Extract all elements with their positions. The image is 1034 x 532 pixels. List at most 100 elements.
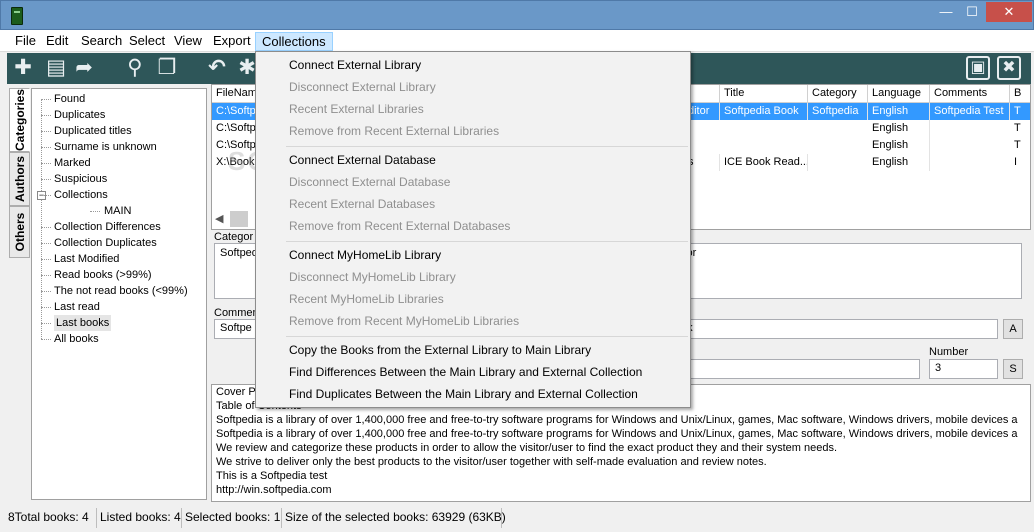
category-label: Categor (214, 231, 254, 243)
table-cell-filename[interactable]: C:\Softp (212, 103, 256, 120)
tree-item-all-books[interactable]: All books (41, 331, 99, 347)
menu-item-find-differences[interactable]: Find Differences Between the Main Librar… (289, 361, 642, 383)
forward-arrow-icon[interactable]: ➦ (71, 56, 97, 80)
tab-categories-label: Categories (12, 88, 27, 152)
menu-separator (286, 146, 688, 147)
tab-authors[interactable]: Authors (9, 152, 30, 206)
table-cell-language[interactable]: English (868, 103, 930, 120)
maximize-button[interactable]: ☐ (959, 2, 985, 22)
series-field[interactable] (690, 359, 920, 379)
menu-item-find-duplicates[interactable]: Find Duplicates Between the Main Library… (289, 383, 638, 405)
menu-file[interactable]: File (9, 32, 42, 51)
menu-item-recent-myhomelib-libraries[interactable]: Recent MyHomeLib Libraries (289, 288, 444, 310)
menu-edit[interactable]: Edit (40, 32, 74, 51)
description-line: We review and categorize these products … (216, 442, 838, 454)
tab-categories[interactable]: Categories (9, 88, 30, 152)
table-cell-b[interactable]: I (1010, 154, 1030, 171)
menu-item-remove-recent-external-libraries[interactable]: Remove from Recent External Libraries (289, 120, 499, 142)
restore-panel-icon[interactable]: ▣ (966, 56, 990, 80)
menu-separator (286, 336, 688, 337)
number-field[interactable]: 3 (929, 359, 998, 379)
menu-search[interactable]: Search (75, 32, 128, 51)
table-cell-language[interactable]: English (868, 137, 930, 154)
tree-item-surname-unknown[interactable]: Surname is unknown (41, 139, 157, 155)
close-panel-icon[interactable]: ✖ (997, 56, 1021, 80)
tree-connector (41, 99, 42, 339)
tree-item-marked[interactable]: Marked (41, 155, 91, 171)
table-cell-language[interactable]: English (868, 120, 930, 137)
menu-export[interactable]: Export (207, 32, 257, 51)
tree-item-found[interactable]: Found (40, 91, 85, 107)
menu-item-recent-external-databases[interactable]: Recent External Databases (289, 193, 435, 215)
category-field-value: Softped (220, 247, 258, 259)
scrollbar-thumb[interactable] (230, 211, 248, 227)
table-cell-title[interactable]: ICE Book Read... (720, 154, 808, 171)
scroll-left-icon[interactable]: ◀ (215, 212, 223, 225)
menu-item-disconnect-myhomelib-library[interactable]: Disconnect MyHomeLib Library (289, 266, 456, 288)
menu-item-disconnect-external-database[interactable]: Disconnect External Database (289, 171, 450, 193)
tree-item-duplicated-titles[interactable]: Duplicated titles (41, 123, 132, 139)
tree-item-last-read[interactable]: Last read (41, 299, 100, 315)
description-line: Cover P (216, 386, 256, 398)
tree-item-main[interactable]: MAIN (90, 203, 132, 219)
description-line: http://win.softpedia.com (216, 484, 332, 496)
s-button[interactable]: S (1003, 359, 1023, 379)
tree-item-last-books[interactable]: Last books (40, 315, 112, 331)
table-cell-title[interactable]: Softpedia Book (720, 103, 808, 120)
menu-item-disconnect-external-library[interactable]: Disconnect External Library (289, 76, 436, 98)
tree-item-collection-differences[interactable]: Collection Differences (41, 219, 161, 235)
clipboard-icon[interactable]: ▤ (43, 56, 69, 80)
category-tree[interactable]: Found Duplicates Duplicated titles Surna… (31, 88, 207, 500)
column-header-b[interactable]: B (1010, 85, 1030, 103)
table-cell-b[interactable]: T (1010, 103, 1030, 120)
column-header-title[interactable]: Title (720, 85, 808, 103)
description-line: This is a Softpedia test (216, 470, 328, 482)
column-header-language[interactable]: Language (868, 85, 930, 103)
tree-item-suspicious[interactable]: Suspicious (40, 171, 107, 187)
minimize-button[interactable]: — (933, 2, 959, 22)
menu-collections[interactable]: Collections (255, 32, 333, 51)
menu-item-connect-external-library[interactable]: Connect External Library (289, 54, 421, 76)
tree-item-read-books[interactable]: Read books (>99%) (41, 267, 152, 283)
close-button[interactable]: ✕ (986, 2, 1032, 22)
table-cell-filename[interactable]: C:\Softp (212, 120, 256, 137)
menu-select[interactable]: Select (123, 32, 171, 51)
tree-item-collections[interactable]: Collections (41, 187, 108, 203)
tree-item-duplicates[interactable]: Duplicates (40, 107, 105, 123)
menu-item-remove-recent-myhomelib-libraries[interactable]: Remove from Recent MyHomeLib Libraries (289, 310, 519, 332)
table-cell-comments[interactable]: Softpedia Test (930, 103, 1010, 120)
a-button[interactable]: A (1003, 319, 1023, 339)
add-icon[interactable]: ✚ (10, 56, 36, 80)
status-bar: 8Total books: 4 Listed books: 4 Selected… (0, 506, 1034, 532)
tree-item-last-modified[interactable]: Last Modified (40, 251, 119, 267)
menu-item-connect-external-database[interactable]: Connect External Database (289, 149, 436, 171)
menu-view[interactable]: View (168, 32, 208, 51)
app-book-icon (11, 7, 23, 25)
title-bar: — ☐ ✕ (0, 0, 1034, 30)
menu-item-copy-books-to-main[interactable]: Copy the Books from the External Library… (289, 339, 591, 361)
comments-label: Commen (214, 307, 259, 319)
status-listed-books: Listed books: 4 (97, 508, 182, 528)
menu-item-connect-myhomelib-library[interactable]: Connect MyHomeLib Library (289, 244, 441, 266)
column-header-category[interactable]: Category (808, 85, 868, 103)
status-selected-size: Size of the selected books: 63929 (63KB) (282, 508, 506, 528)
horizontal-scrollbar[interactable]: ◀ (212, 210, 252, 228)
side-tabs: Categories Authors Others (9, 88, 30, 498)
table-cell-b[interactable]: T (1010, 137, 1030, 154)
table-cell-category[interactable]: Softpedia (808, 103, 868, 120)
collections-dropdown-menu: Connect External Library Disconnect Exte… (255, 51, 691, 408)
table-cell-b[interactable]: T (1010, 120, 1030, 137)
menu-item-recent-external-libraries[interactable]: Recent External Libraries (289, 98, 424, 120)
table-cell-language[interactable]: English (868, 154, 930, 171)
description-line: We strive to deliver only the best produ… (216, 456, 767, 468)
tab-others-label: Others (12, 212, 27, 252)
column-header-comments[interactable]: Comments (930, 85, 1010, 103)
copy-icon[interactable]: ❐ (154, 56, 180, 80)
search-icon[interactable]: ⚲ (122, 56, 148, 80)
tree-item-not-read-books[interactable]: The not read books (<99%) (41, 283, 188, 299)
back-arrow-icon[interactable]: ↶ (204, 56, 230, 80)
status-selected-books: Selected books: 1 (182, 508, 282, 528)
tab-others[interactable]: Others (9, 206, 30, 258)
menu-item-remove-recent-external-databases[interactable]: Remove from Recent External Databases (289, 215, 510, 237)
tree-item-collection-duplicates[interactable]: Collection Duplicates (41, 235, 157, 251)
